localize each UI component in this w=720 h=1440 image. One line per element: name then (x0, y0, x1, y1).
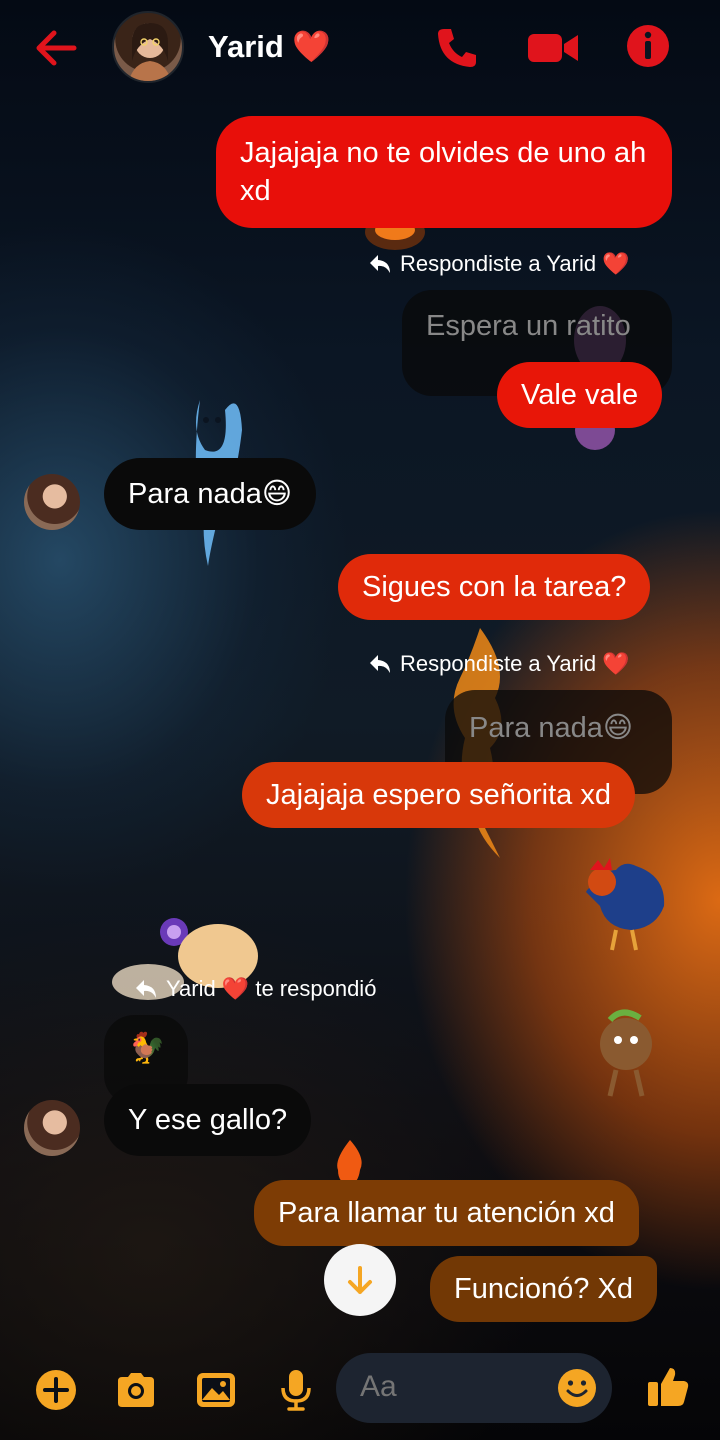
camera-icon[interactable] (114, 1368, 158, 1412)
message-text: Para llamar tu atención xd (278, 1197, 615, 1229)
reply-indicator-text: Respondiste a Yarid ❤️ (400, 251, 630, 276)
plant-character-sticker-icon (600, 1009, 652, 1097)
video-camera-icon[interactable] (526, 24, 580, 72)
smiley-icon[interactable] (556, 1367, 598, 1409)
reply-icon (136, 980, 156, 998)
composer-bar (0, 1340, 720, 1440)
message-text: Sigues con la tarea? (362, 571, 627, 603)
message-input[interactable] (360, 1370, 550, 1404)
microphone-icon[interactable] (274, 1368, 318, 1412)
contact-avatar[interactable] (112, 11, 184, 83)
received-message[interactable]: Y ese gallo? (104, 1084, 312, 1156)
contact-name[interactable]: Yarid ❤️ (208, 28, 331, 65)
reply-icon (370, 655, 390, 673)
reply-indicator-text: Yarid ❤️ te respondió (166, 976, 377, 1001)
reply-indicator: Respondiste a Yarid ❤️ (368, 251, 630, 277)
scroll-to-bottom-button[interactable] (324, 1244, 396, 1316)
rooster-sticker-icon (586, 858, 665, 951)
message-text: Jajajaja espero señorita xd (266, 779, 611, 811)
phone-icon[interactable] (432, 24, 480, 72)
quoted-message-text: 🐓 (128, 1032, 166, 1065)
sent-message[interactable]: Jajajaja no te olvides de uno ah xd (216, 116, 672, 228)
sent-message[interactable]: Para llamar tu atención xd (254, 1180, 639, 1246)
message-composer[interactable] (336, 1353, 612, 1423)
arrow-down-icon (348, 1266, 372, 1294)
flame-sticker-icon (337, 1140, 362, 1184)
quoted-message-text: Para nada😄 (469, 712, 634, 744)
contact-avatar-small[interactable] (24, 474, 80, 530)
quoted-message-text: Espera un ratito (426, 310, 631, 342)
reply-indicator-text: Respondiste a Yarid ❤️ (400, 651, 630, 676)
image-icon[interactable] (194, 1368, 238, 1412)
contact-avatar-small[interactable] (24, 1100, 80, 1156)
message-text: Funcionó? Xd (454, 1273, 633, 1305)
message-text: Jajajaja no te olvides de uno ah xd (240, 137, 647, 207)
plus-icon[interactable] (34, 1368, 78, 1412)
reply-indicator: Yarid ❤️ te respondió (134, 976, 376, 1002)
received-message[interactable]: Para nada😄 (104, 458, 317, 530)
message-text: Para nada😄 (128, 478, 293, 510)
reply-indicator: Respondiste a Yarid ❤️ (368, 651, 630, 677)
message-text: Y ese gallo? (128, 1104, 288, 1136)
sent-message[interactable]: Jajajaja espero señorita xd (242, 762, 635, 828)
message-text: Vale vale (521, 379, 639, 411)
info-icon[interactable] (624, 22, 672, 70)
reply-icon (370, 255, 390, 273)
chat-header: Yarid ❤️ (0, 0, 720, 96)
back-arrow-icon[interactable] (30, 24, 82, 72)
sent-message[interactable]: Funcionó? Xd (430, 1256, 657, 1322)
thumbs-up-icon[interactable] (644, 1362, 692, 1410)
sent-message[interactable]: Vale vale (497, 362, 663, 428)
sent-message[interactable]: Sigues con la tarea? (338, 554, 651, 620)
